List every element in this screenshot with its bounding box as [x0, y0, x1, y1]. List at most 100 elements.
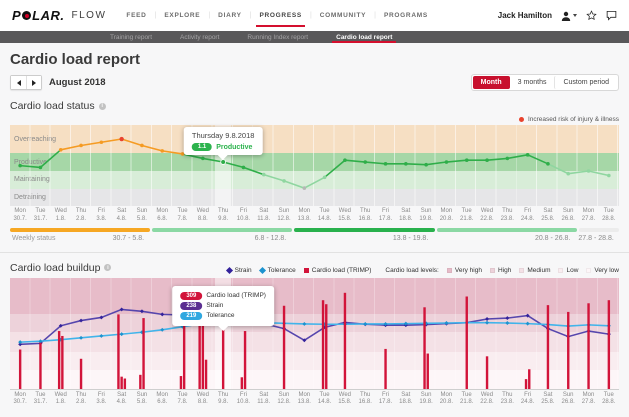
polar-logo[interactable]: PLAR. [12, 8, 65, 23]
axis-label: Tue21.8. [457, 208, 477, 224]
axis-label: Mon27.8. [578, 392, 598, 408]
axis-label: Sat18.8. [396, 392, 416, 408]
page-content: Cardio load report August 2018 Month3 mo… [0, 43, 629, 407]
axis-label: Sun19.8. [416, 392, 436, 408]
axis-label: Thu16.8. [355, 392, 375, 408]
risk-dot-icon [519, 117, 524, 122]
axis-label: Tue14.8. [314, 392, 334, 408]
nav-item-diary[interactable]: DIARY [218, 12, 241, 19]
top-navbar: PLAR. FLOW FEED|EXPLORE|DIARY|PROGRESS|C… [0, 0, 629, 31]
buildup-title-text: Cardio load buildup [10, 262, 100, 274]
axis-label: Fri10.8. [233, 392, 253, 408]
nav-item-progress[interactable]: PROGRESS [259, 12, 301, 19]
weekly-segment [152, 228, 292, 232]
axis-label: Fri24.8. [517, 208, 537, 224]
axis-label: Sun5.8. [132, 392, 152, 408]
tooltip-row-label: Cardio load (TRIMP) [206, 292, 266, 299]
level-swatch-icon [586, 268, 591, 273]
axis-label: Tue7.8. [172, 208, 192, 224]
flow-wordmark: FLOW [72, 10, 107, 21]
info-icon[interactable]: i [104, 264, 111, 271]
favorites-button[interactable] [586, 10, 597, 21]
nav-item-explore[interactable]: EXPLORE [164, 12, 200, 19]
legend-level-very-high: Very high [447, 267, 482, 274]
level-swatch-icon [558, 268, 563, 273]
weekly-status-title: Weekly status [12, 235, 55, 242]
status-state-label: Productive [216, 144, 252, 151]
user-menu-button[interactable] [561, 11, 577, 21]
subnav-item-activity-report[interactable]: Activity report [180, 31, 219, 43]
nav-item-feed[interactable]: FEED [126, 12, 146, 19]
axis-label: Tue7.8. [172, 392, 192, 408]
axis-label: Wed22.8. [477, 392, 497, 408]
cardio-load-buildup-chart[interactable]: 309Cardio load (TRIMP)238Strain219Tolera… [10, 278, 619, 390]
period-button-month[interactable]: Month [473, 76, 510, 89]
axis-label: Thu9.8. [213, 392, 233, 408]
nav-separator: | [155, 12, 157, 19]
chat-icon [606, 10, 617, 21]
nav-separator: | [374, 12, 376, 19]
nav-item-programs[interactable]: PROGRAMS [384, 12, 428, 19]
axis-label: Thu16.8. [355, 208, 375, 224]
messages-button[interactable] [606, 10, 617, 21]
info-icon[interactable]: i [99, 103, 106, 110]
buildup-tooltip: 309Cardio load (TRIMP)238Strain219Tolera… [172, 286, 274, 326]
status-section-title: Cardio load status i [10, 100, 106, 112]
buildup-chart-x-axis: Mon30.7.Tue31.7.Wed1.8.Thu2.8.Fri3.8.Sat… [10, 392, 619, 408]
axis-label: Mon6.8. [152, 208, 172, 224]
cardio-load-status-chart[interactable]: OverreachingProductiveMaintainingDetrain… [10, 125, 619, 206]
axis-label: Wed22.8. [477, 208, 497, 224]
legend-item-cardio-load-trimp: Cardio load (TRIMP) [304, 267, 372, 274]
subnav-item-cardio-load-report[interactable]: Cardio load report [336, 31, 392, 43]
status-tooltip: Thursday 9.8.20181.1Productive [184, 127, 263, 155]
section-divider [0, 252, 629, 253]
axis-label: Tue28.8. [599, 208, 619, 224]
strain-marker-icon [226, 267, 233, 274]
cardio-load-levels-label: Cardio load levels: [385, 267, 438, 274]
nav-item-community[interactable]: COMMUNITY [320, 12, 366, 19]
legend-level-low: Low [558, 267, 578, 274]
period-button-3-months[interactable]: 3 months [510, 76, 555, 89]
axis-label: Sat4.8. [111, 208, 131, 224]
status-value-badge: 1.1 [192, 143, 212, 151]
axis-label: Sun12.8. [274, 208, 294, 224]
tooltip-value-badge: 309 [180, 292, 202, 300]
axis-label: Fri17.8. [375, 392, 395, 408]
username: Jack Hamilton [498, 11, 552, 20]
axis-label: Sat11.8. [254, 392, 274, 408]
tooltip-row: 309 Cardio load (TRIMP) [180, 292, 266, 300]
axis-label: Tue28.8. [599, 392, 619, 408]
level-swatch-icon [490, 268, 495, 273]
axis-label: Wed1.8. [51, 208, 71, 224]
axis-label: Mon13.8. [294, 208, 314, 224]
period-button-custom-period[interactable]: Custom period [554, 76, 617, 89]
axis-label: Tue14.8. [314, 208, 334, 224]
axis-label: Thu2.8. [71, 208, 91, 224]
trimp-bar-icon [304, 268, 309, 273]
next-month-button[interactable] [26, 76, 41, 89]
axis-label: Thu23.8. [497, 208, 517, 224]
risk-legend: Increased risk of injury & illness [10, 116, 619, 123]
axis-label: Tue31.7. [30, 208, 50, 224]
legend-item-strain: Strain [227, 267, 252, 274]
axis-label: Wed15.8. [335, 208, 355, 224]
tooltip-row-label: Strain [206, 302, 223, 309]
weekly-segment [437, 228, 577, 232]
status-chart-x-axis: Mon30.7.Tue31.7.Wed1.8.Thu2.8.Fri3.8.Sat… [10, 208, 619, 224]
axis-label: Mon30.7. [10, 208, 30, 224]
tooltip-value-badge: 238 [180, 302, 202, 310]
axis-label: Mon20.8. [436, 208, 456, 224]
buildup-plot [10, 278, 619, 389]
previous-month-button[interactable] [11, 76, 26, 89]
subnav-item-running-index-report[interactable]: Running Index report [247, 31, 308, 43]
legend-level-medium: Medium [519, 267, 550, 274]
period-selector: Month3 monthsCustom period [471, 74, 619, 91]
tooltip-state-row: 1.1 Productive [192, 143, 255, 151]
logo-text-left: P [12, 8, 21, 23]
axis-label: Fri24.8. [517, 392, 537, 408]
tooltip-value-badge: 219 [180, 312, 202, 320]
axis-label: Thu23.8. [497, 392, 517, 408]
subnav-item-training-report[interactable]: Training report [110, 31, 152, 43]
current-period-label: August 2018 [49, 77, 106, 88]
weekly-range-label: 27.8 - 28.8. [578, 235, 619, 244]
